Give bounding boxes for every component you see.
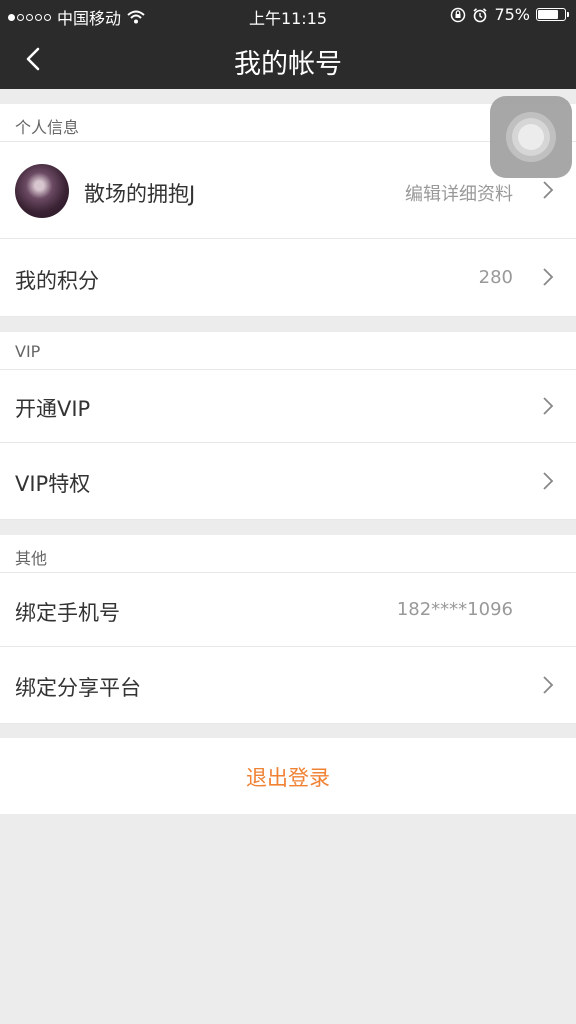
battery-icon <box>536 8 569 21</box>
chevron-right-icon <box>543 268 554 286</box>
vip-privileges-label: VIP特权 <box>15 472 91 496</box>
page-title: 我的帐号 <box>234 49 342 80</box>
profile-name: 散场的拥抱J <box>84 182 196 206</box>
chevron-right-icon <box>543 181 554 199</box>
avatar <box>15 164 69 218</box>
section-title: 个人信息 <box>15 118 80 137</box>
bind-share-row[interactable]: 绑定分享平台 <box>0 647 576 724</box>
chevron-right-icon <box>543 397 554 415</box>
chevron-right-icon <box>543 472 554 490</box>
status-bar: 中国移动 上午11:15 75% <box>0 0 576 30</box>
logout-button[interactable]: 退出登录 <box>0 738 576 814</box>
bind-phone-value: 182****1096 <box>396 599 513 620</box>
vip-privileges-row[interactable]: VIP特权 <box>0 443 576 520</box>
status-right: 75% <box>450 5 569 24</box>
edit-profile-label: 编辑详细资料 <box>405 184 513 205</box>
bind-phone-row[interactable]: 绑定手机号 182****1096 <box>0 573 576 647</box>
alarm-icon <box>473 7 487 22</box>
battery-percent: 75% <box>494 5 530 24</box>
section-header-vip: VIP <box>0 332 576 370</box>
nav-bar: 我的帐号 <box>0 30 576 89</box>
rotation-lock-icon <box>451 7 466 22</box>
points-row[interactable]: 我的积分 280 <box>0 239 576 317</box>
section-title: 其他 <box>15 549 48 568</box>
points-label: 我的积分 <box>15 269 99 293</box>
open-vip-row[interactable]: 开通VIP <box>0 370 576 443</box>
open-vip-label: 开通VIP <box>15 397 91 421</box>
bind-phone-label: 绑定手机号 <box>15 601 120 625</box>
section-header-other: 其他 <box>0 535 576 573</box>
logout-label: 退出登录 <box>246 766 330 790</box>
bind-share-label: 绑定分享平台 <box>15 676 141 700</box>
chevron-right-icon <box>543 676 554 694</box>
assistive-touch-button[interactable] <box>490 96 572 178</box>
section-title: VIP <box>15 342 41 361</box>
points-value: 280 <box>478 267 513 288</box>
